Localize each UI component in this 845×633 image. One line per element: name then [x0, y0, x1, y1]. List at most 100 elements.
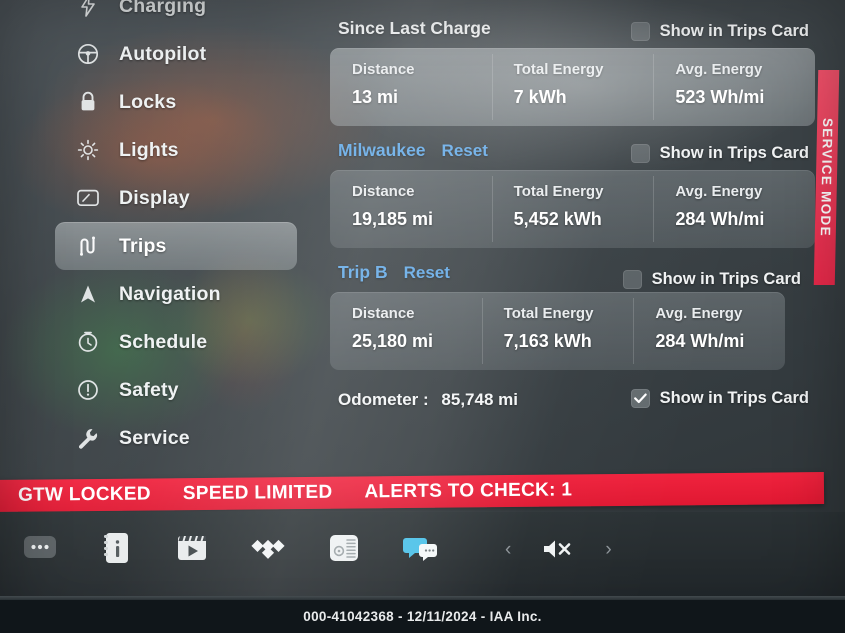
- show-in-trips-card-row[interactable]: Show in Trips Card: [630, 144, 809, 163]
- show-in-trips-card-checkbox[interactable]: [630, 389, 650, 408]
- sun-brightness-icon: [73, 137, 103, 163]
- owners-manual-info-icon[interactable]: [96, 528, 136, 568]
- theater-video-icon[interactable]: [172, 528, 212, 568]
- show-in-trips-card-checkbox[interactable]: [630, 144, 650, 163]
- tidal-music-icon[interactable]: [248, 528, 288, 568]
- sidebar-item-label: Locks: [119, 90, 177, 113]
- more-ellipsis-icon[interactable]: [20, 528, 60, 568]
- sidebar-item-label: Schedule: [119, 330, 208, 353]
- sidebar-item-schedule[interactable]: Schedule: [55, 318, 305, 366]
- stat-cell-avg-energy: Avg. Energy 284 Wh/mi: [633, 292, 785, 370]
- show-in-trips-card-row[interactable]: Show in Trips Card: [622, 270, 801, 289]
- sidebar-item-label: Display: [119, 186, 190, 209]
- odometer-value: 85,748 mi: [441, 390, 518, 409]
- volume-muted-icon[interactable]: [541, 536, 575, 562]
- sidebar-item-label: Autopilot: [119, 42, 207, 65]
- padlock-icon: [73, 89, 103, 115]
- trip-stat-card: Distance 13 mi Total Energy 7 kWh Avg. E…: [330, 48, 815, 126]
- stat-label: Total Energy: [503, 305, 594, 322]
- show-in-trips-card-row[interactable]: Show in Trips Card: [630, 389, 809, 408]
- show-in-trips-card-label: Show in Trips Card: [659, 144, 809, 162]
- settings-sidebar: Charging Autopilot Locks Lights Display …: [55, 0, 305, 472]
- stat-label: Distance: [352, 305, 415, 322]
- trips-settings-panel: Since Last Charge Show in Trips Card Dis…: [330, 18, 815, 478]
- stat-value: 7 kWh: [513, 87, 567, 107]
- sidebar-item-charging[interactable]: Charging: [55, 0, 305, 30]
- service-mode-label: SERVICE MODE: [817, 118, 836, 237]
- sidebar-item-service[interactable]: Service: [55, 414, 305, 462]
- stat-label: Total Energy: [513, 183, 604, 200]
- sidebar-item-autopilot[interactable]: Autopilot: [55, 30, 305, 78]
- odometer-label: Odometer :: [338, 390, 429, 409]
- radio-tuner-icon[interactable]: [324, 528, 364, 568]
- reset-button[interactable]: Reset: [404, 263, 450, 283]
- trip-stat-card: Distance 19,185 mi Total Energy 5,452 kW…: [330, 170, 815, 248]
- service-mode-indicator: SERVICE MODE: [813, 70, 840, 285]
- stat-value: 19,185 mi: [352, 209, 434, 229]
- stat-value: 7,163 kWh: [503, 331, 592, 351]
- alert-gtw-locked: GTW LOCKED: [17, 483, 151, 506]
- sidebar-item-label: Service: [119, 426, 190, 449]
- wrench-icon: [73, 425, 103, 451]
- sidebar-item-label: Lights: [119, 138, 179, 161]
- trip-section-milwaukee: Milwaukee Reset Show in Trips Card Dista…: [330, 140, 815, 248]
- stat-value: 523 Wh/mi: [675, 87, 765, 107]
- media-transport-controls: ‹ ›: [505, 536, 612, 562]
- stat-cell-avg-energy: Avg. Energy 523 Wh/mi: [653, 48, 815, 126]
- stat-label: Avg. Energy: [655, 305, 743, 322]
- sidebar-item-navigation[interactable]: Navigation: [55, 270, 305, 318]
- stat-cell-distance: Distance 13 mi: [330, 48, 492, 126]
- next-track-chevron-icon[interactable]: ›: [605, 540, 611, 559]
- stat-value: 284 Wh/mi: [675, 209, 765, 229]
- vehicle-touchscreen: Charging Autopilot Locks Lights Display …: [0, 0, 845, 633]
- trip-section-trip-b: Trip B Reset Show in Trips Card Distance…: [330, 262, 815, 370]
- section-title: Since Last Charge: [338, 18, 491, 38]
- trip-section-since-last-charge: Since Last Charge Show in Trips Card Dis…: [330, 18, 815, 126]
- show-in-trips-card-checkbox[interactable]: [622, 270, 642, 289]
- sidebar-item-safety[interactable]: Safety: [55, 366, 305, 414]
- stat-label: Distance: [352, 183, 415, 200]
- stat-value: 5,452 kWh: [513, 209, 602, 229]
- sidebar-item-label: Charging: [119, 0, 207, 17]
- show-in-trips-card-row[interactable]: Show in Trips Card: [630, 22, 809, 41]
- stat-cell-total-energy: Total Energy 7 kWh: [491, 48, 654, 126]
- sidebar-item-label: Navigation: [119, 282, 221, 305]
- auction-watermark-bar: 000-41042368 - 12/11/2024 - IAA Inc.: [0, 600, 845, 633]
- section-title[interactable]: Trip B: [338, 262, 388, 283]
- trips-road-icon: [73, 233, 103, 259]
- stat-label: Avg. Energy: [675, 183, 763, 200]
- watermark-text: 000-41042368 - 12/11/2024 - IAA Inc.: [303, 609, 542, 624]
- exclamation-circle-icon: [73, 377, 103, 403]
- stat-cell-distance: Distance 25,180 mi: [330, 292, 482, 370]
- messages-chat-icon[interactable]: [400, 528, 440, 568]
- stat-cell-distance: Distance 19,185 mi: [330, 170, 492, 248]
- stat-value: 284 Wh/mi: [655, 331, 745, 351]
- steering-wheel-icon: [73, 41, 103, 67]
- stat-value: 25,180 mi: [352, 331, 434, 351]
- stat-label: Total Energy: [513, 61, 604, 78]
- clock-schedule-icon: [73, 329, 103, 355]
- show-in-trips-card-checkbox[interactable]: [630, 22, 650, 41]
- stat-value: 13 mi: [352, 87, 399, 107]
- odometer-text: Odometer : 85,748 mi: [338, 390, 518, 410]
- stat-cell-avg-energy: Avg. Energy 284 Wh/mi: [653, 170, 815, 248]
- sidebar-item-locks[interactable]: Locks: [55, 78, 305, 126]
- trip-stat-card: Distance 25,180 mi Total Energy 7,163 kW…: [330, 292, 785, 370]
- bottom-taskbar: ‹ ›: [0, 512, 845, 600]
- stat-cell-total-energy: Total Energy 7,163 kWh: [481, 292, 634, 370]
- sidebar-item-lights[interactable]: Lights: [55, 126, 305, 174]
- section-title[interactable]: Milwaukee: [338, 140, 426, 161]
- sidebar-item-label: Safety: [119, 378, 179, 401]
- stat-label: Avg. Energy: [675, 61, 763, 78]
- stat-cell-total-energy: Total Energy 5,452 kWh: [491, 170, 654, 248]
- display-screen-icon: [73, 185, 103, 211]
- reset-button[interactable]: Reset: [442, 141, 488, 161]
- sidebar-item-display[interactable]: Display: [55, 174, 305, 222]
- show-in-trips-card-label: Show in Trips Card: [651, 270, 801, 288]
- navigation-arrow-icon: [73, 281, 103, 307]
- previous-track-chevron-icon[interactable]: ‹: [505, 540, 511, 559]
- alert-count: ALERTS TO CHECK: 1: [364, 479, 573, 503]
- odometer-row: Odometer : 85,748 mi Show in Trips Card: [330, 382, 815, 418]
- show-in-trips-card-label: Show in Trips Card: [659, 389, 809, 407]
- sidebar-item-trips[interactable]: Trips: [55, 222, 297, 270]
